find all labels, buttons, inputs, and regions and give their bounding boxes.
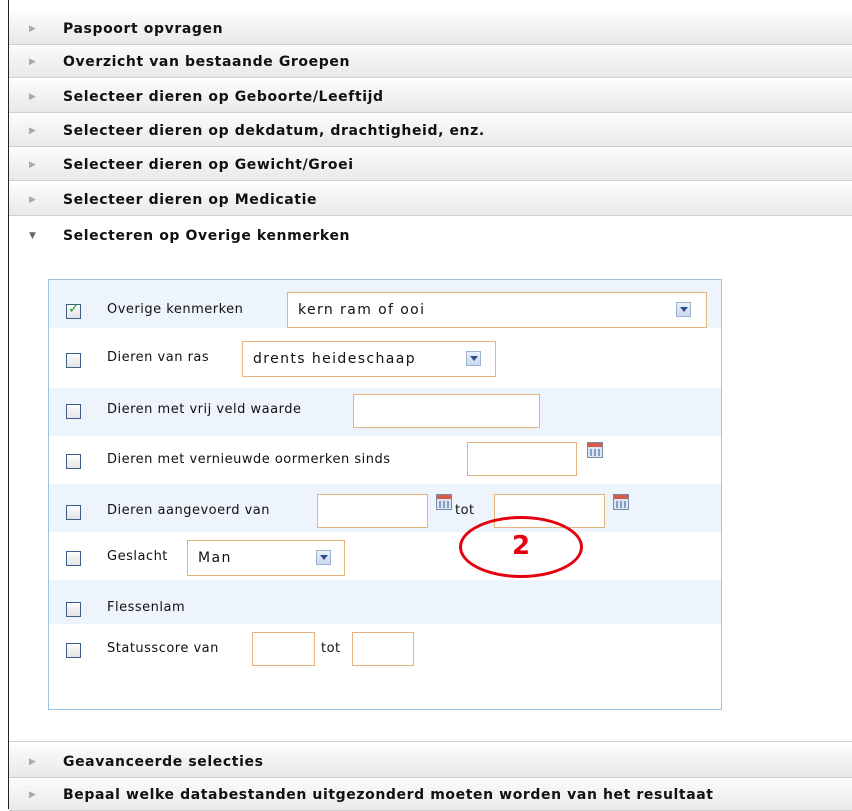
label-statusscore: Statusscore van xyxy=(107,641,219,656)
select-value: Man xyxy=(198,550,232,566)
checkbox-oormerken[interactable] xyxy=(66,454,81,469)
criteria-row-overige-kenmerken: Overige kenmerken kern ram of ooi xyxy=(49,280,721,328)
chevron-down-icon[interactable] xyxy=(676,302,691,317)
select-value: drents heideschaap xyxy=(253,351,417,367)
label-geslacht: Geslacht xyxy=(107,549,168,564)
criteria-row-statusscore: Statusscore van tot xyxy=(49,624,721,684)
section-label: Paspoort opvragen xyxy=(63,21,224,37)
criteria-panel: Overige kenmerken kern ram of ooi Dieren… xyxy=(48,279,722,710)
checkbox-flessenlam[interactable] xyxy=(66,602,81,617)
section-label: Geavanceerde selecties xyxy=(63,754,264,770)
criteria-row-oormerken: Dieren met vernieuwde oormerken sinds xyxy=(49,436,721,484)
calendar-icon[interactable] xyxy=(587,442,603,458)
annotation-number: 2 xyxy=(511,531,531,561)
checkbox-overige-kenmerken[interactable] xyxy=(66,301,81,319)
select-ras[interactable]: drents heideschaap xyxy=(242,341,496,377)
label-ras: Dieren van ras xyxy=(107,350,210,365)
label-overige-kenmerken: Overige kenmerken xyxy=(107,302,244,317)
triangle-right-icon: ▶ xyxy=(29,757,37,767)
calendar-icon[interactable] xyxy=(436,494,452,510)
input-statusscore-van[interactable] xyxy=(252,632,315,666)
label-tot: tot xyxy=(321,641,341,656)
section-label: Selecteer dieren op Geboorte/Leeftijd xyxy=(63,89,384,105)
checkbox-statusscore[interactable] xyxy=(66,643,81,658)
select-geslacht[interactable]: Man xyxy=(187,540,345,576)
section-medicatie[interactable]: ▶ Selecteer dieren op Medicatie xyxy=(9,183,852,216)
checkbox-geslacht[interactable] xyxy=(66,551,81,566)
section-dekdatum[interactable]: ▶ Selecteer dieren op dekdatum, drachtig… xyxy=(9,114,852,147)
input-oormerken-datum[interactable] xyxy=(467,442,577,476)
label-aangevoerd: Dieren aangevoerd van xyxy=(107,503,271,518)
criteria-row-ras: Dieren van ras drents heideschaap xyxy=(49,340,721,388)
select-overige-kenmerken[interactable]: kern ram of ooi xyxy=(287,292,707,328)
section-label: Selecteer dieren op dekdatum, drachtighe… xyxy=(63,123,485,139)
section-overige-kenmerken: ▼ Selecteren op Overige kenmerken Overig… xyxy=(9,217,852,742)
label-oormerken: Dieren met vernieuwde oormerken sinds xyxy=(107,452,391,467)
checkbox-aangevoerd[interactable] xyxy=(66,505,81,520)
label-vrij-veld: Dieren met vrij veld waarde xyxy=(107,402,302,417)
chevron-down-icon[interactable] xyxy=(466,351,481,366)
section-geavanceerde-selecties[interactable]: ▶ Geavanceerde selecties xyxy=(9,745,852,778)
section-label: Overzicht van bestaande Groepen xyxy=(63,54,351,70)
input-statusscore-tot[interactable] xyxy=(352,632,414,666)
checkbox-ras[interactable] xyxy=(66,353,81,368)
section-paspoort-opvragen[interactable]: ▶ Paspoort opvragen xyxy=(9,12,852,45)
criteria-row-vrij-veld: Dieren met vrij veld waarde xyxy=(49,388,721,436)
annotation-circle: 2 xyxy=(459,516,583,578)
calendar-icon[interactable] xyxy=(613,494,629,510)
input-vrij-veld[interactable] xyxy=(353,394,540,428)
triangle-right-icon: ▶ xyxy=(29,790,37,800)
section-label: Selecteer dieren op Gewicht/Groei xyxy=(63,157,354,173)
triangle-right-icon: ▶ xyxy=(29,24,37,34)
section-header-overige-kenmerken[interactable]: ▼ Selecteren op Overige kenmerken xyxy=(9,217,852,257)
section-label: Selecteren op Overige kenmerken xyxy=(63,228,351,244)
triangle-right-icon: ▶ xyxy=(29,92,37,102)
section-geboorte-leeftijd[interactable]: ▶ Selecteer dieren op Geboorte/Leeftijd xyxy=(9,80,852,113)
triangle-down-icon: ▼ xyxy=(29,231,37,241)
label-flessenlam: Flessenlam xyxy=(107,600,186,615)
triangle-right-icon: ▶ xyxy=(29,160,37,170)
select-value: kern ram of ooi xyxy=(298,302,426,318)
criteria-row-aangevoerd: Dieren aangevoerd van tot xyxy=(49,484,721,532)
section-label: Bepaal welke databestanden uitgezonderd … xyxy=(63,787,714,803)
triangle-right-icon: ▶ xyxy=(29,57,37,67)
section-gewicht-groei[interactable]: ▶ Selecteer dieren op Gewicht/Groei xyxy=(9,148,852,181)
criteria-row-geslacht: Geslacht Man xyxy=(49,532,721,580)
chevron-down-icon[interactable] xyxy=(316,550,331,565)
section-overzicht-groepen[interactable]: ▶ Overzicht van bestaande Groepen xyxy=(9,45,852,78)
criteria-row-flessenlam: Flessenlam xyxy=(49,580,721,624)
label-tot: tot xyxy=(455,503,475,518)
triangle-right-icon: ▶ xyxy=(29,195,37,205)
input-aangevoerd-van[interactable] xyxy=(317,494,428,528)
section-databestanden-uitzonderen[interactable]: ▶ Bepaal welke databestanden uitgezonder… xyxy=(9,778,852,811)
triangle-right-icon: ▶ xyxy=(29,126,37,136)
checkbox-vrij-veld[interactable] xyxy=(66,404,81,419)
section-label: Selecteer dieren op Medicatie xyxy=(63,192,318,208)
